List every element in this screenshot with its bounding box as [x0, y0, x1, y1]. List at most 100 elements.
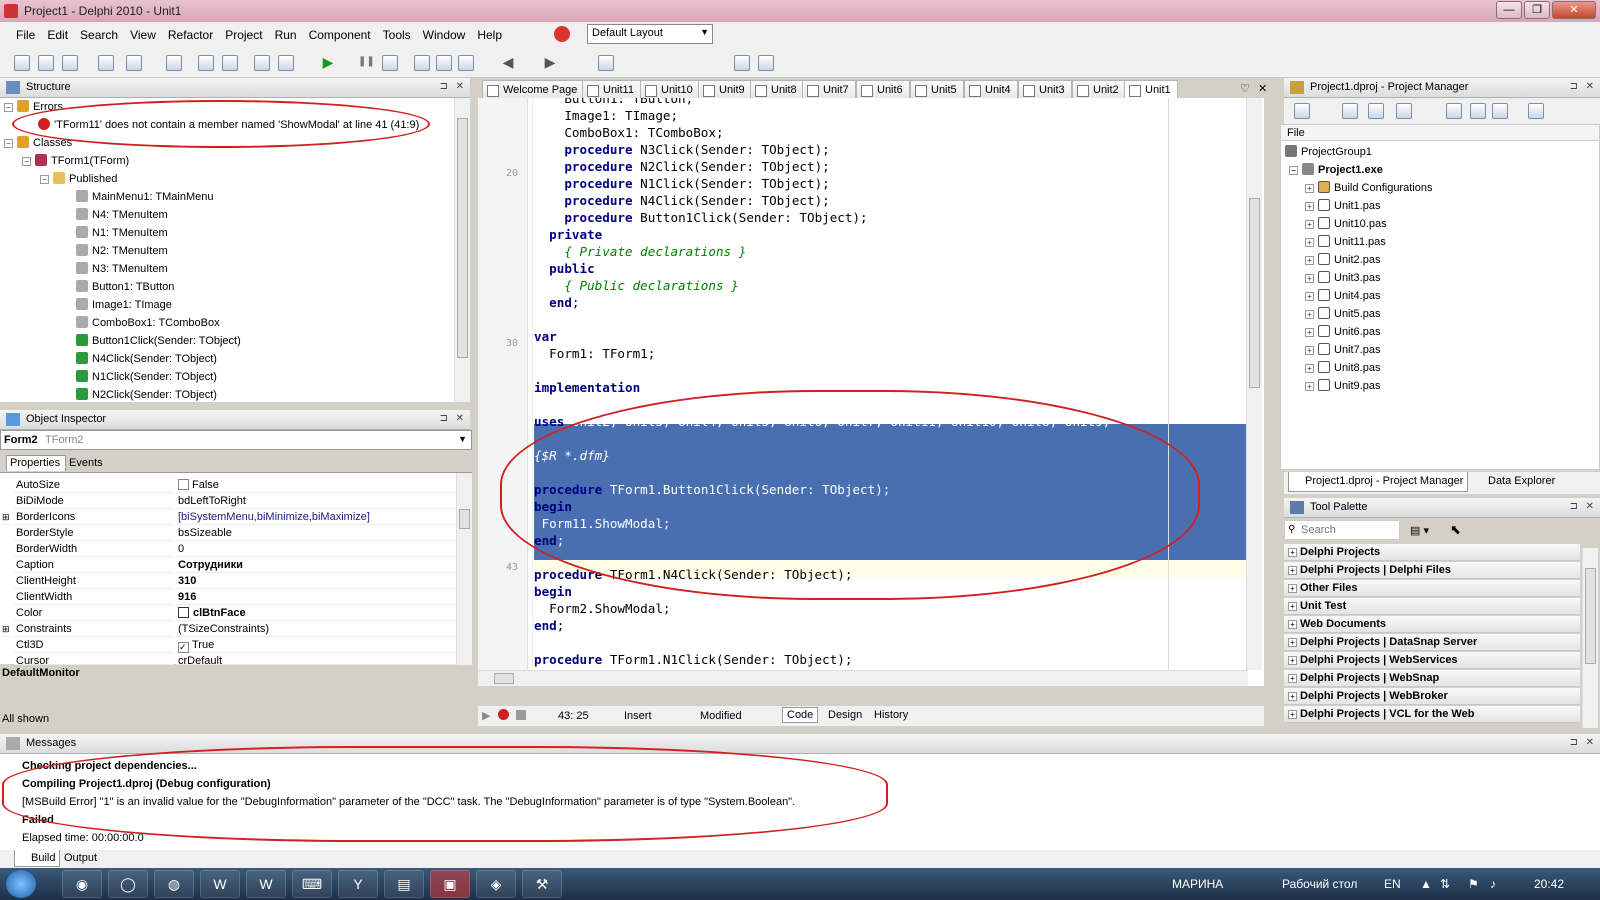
tab-properties[interactable]: Properties: [6, 455, 66, 471]
palette-category[interactable]: + Other Files: [1284, 580, 1580, 597]
close-panel-icon[interactable]: ✕: [456, 413, 464, 424]
code-line[interactable]: end;: [534, 532, 564, 549]
code-line[interactable]: {$R *.dfm}: [534, 447, 610, 464]
expand-tree-icon[interactable]: [1470, 103, 1486, 119]
tab-events[interactable]: Events: [66, 456, 108, 471]
tree-member[interactable]: N3: TMenuItem: [76, 260, 168, 278]
code-editor[interactable]: 20 30 43 50 Button1: TButton; Image1: TI…: [478, 98, 1264, 686]
run-to-cursor-icon[interactable]: [458, 55, 474, 71]
collapse-icon[interactable]: −: [4, 139, 13, 148]
expand-icon[interactable]: +: [1288, 548, 1297, 557]
menu-search[interactable]: Search: [74, 28, 124, 42]
record-macro-icon[interactable]: [498, 709, 509, 720]
code-line[interactable]: public: [534, 260, 595, 277]
prop-key[interactable]: BorderWidth: [14, 541, 174, 557]
pointer-icon[interactable]: ⬉: [1450, 522, 1461, 538]
palette-search-input[interactable]: [1301, 523, 1397, 537]
tab-unit6[interactable]: Unit6: [856, 80, 910, 100]
tree-member[interactable]: N4: TMenuItem: [76, 206, 168, 224]
code-line[interactable]: var: [534, 328, 557, 345]
expand-icon[interactable]: +: [1288, 566, 1297, 575]
tree-error-item[interactable]: 'TForm11' does not contain a member name…: [38, 116, 419, 134]
maximize-button[interactable]: ❐: [1524, 1, 1550, 19]
tab-unit5[interactable]: Unit5: [910, 80, 964, 100]
tab-welcome-page[interactable]: Welcome Page: [482, 80, 585, 100]
new-icon[interactable]: [14, 55, 30, 71]
prop-value[interactable]: Сотрудники: [176, 557, 464, 573]
start-button[interactable]: [6, 870, 36, 898]
pin-icon[interactable]: ⊐: [1570, 737, 1578, 748]
expand-icon[interactable]: +: [1305, 238, 1314, 247]
palette-category[interactable]: + Delphi Projects: [1284, 544, 1580, 561]
tab-unit11[interactable]: Unit11: [582, 80, 641, 100]
editor-vscrollbar[interactable]: [1246, 98, 1262, 670]
expand-icon[interactable]: +: [1305, 256, 1314, 265]
menu-help[interactable]: Help: [471, 28, 508, 42]
menu-window[interactable]: Window: [417, 28, 472, 42]
expand-icon[interactable]: +: [1288, 656, 1297, 665]
open-folder-icon[interactable]: [1368, 103, 1384, 119]
save-desktop-icon[interactable]: [734, 55, 750, 71]
open-folder-icon[interactable]: [1342, 103, 1358, 119]
minimize-button[interactable]: —: [1496, 1, 1522, 19]
prop-value[interactable]: 916: [176, 589, 464, 605]
tab-history[interactable]: History: [870, 708, 912, 722]
code-line[interactable]: Form11.ShowModal;: [534, 515, 671, 532]
expand-icon[interactable]: +: [1305, 292, 1314, 301]
palette-category[interactable]: + Delphi Projects | Delphi Files: [1284, 562, 1580, 579]
project-item[interactable]: + Unit6.pas: [1305, 323, 1380, 341]
code-line[interactable]: private: [534, 226, 602, 243]
object-selector[interactable]: Form2 TForm2 ▼: [0, 430, 472, 450]
prop-key[interactable]: AutoSize: [14, 477, 174, 493]
collapse-icon[interactable]: −: [40, 175, 49, 184]
tab-unit2[interactable]: Unit2: [1072, 80, 1126, 100]
component-icon[interactable]: [598, 55, 614, 71]
view-icon[interactable]: [1396, 103, 1412, 119]
project-item[interactable]: + Unit4.pas: [1305, 287, 1380, 305]
menu-component[interactable]: Component: [303, 28, 377, 42]
tab-design[interactable]: Design: [824, 708, 866, 722]
prop-value[interactable]: [biSystemMenu,biMinimize,biMaximize]: [176, 509, 464, 525]
tab-list-icon[interactable]: ♡: [1240, 82, 1250, 95]
collapse-icon[interactable]: −: [1289, 166, 1298, 175]
tray-up-arrow-icon[interactable]: ▲: [1420, 877, 1432, 891]
code-line[interactable]: begin: [534, 583, 572, 600]
tab-unit8[interactable]: Unit8: [750, 80, 804, 100]
app-task-icon[interactable]: ◈: [476, 870, 516, 898]
tree-member[interactable]: Image1: TImage: [76, 296, 172, 314]
set-debug-desktop-icon[interactable]: [758, 55, 774, 71]
tree-member[interactable]: Button1Click(Sender: TObject): [76, 332, 241, 350]
opera-icon[interactable]: ◯: [108, 870, 148, 898]
code-line[interactable]: procedure N4Click(Sender: TObject);: [534, 192, 829, 209]
tab-code[interactable]: Code: [782, 707, 819, 723]
stop-macro-icon[interactable]: [516, 710, 526, 720]
code-line[interactable]: Form1: TForm1;: [534, 345, 655, 362]
tab-unit9[interactable]: Unit9: [698, 80, 752, 100]
play-macro-icon[interactable]: ▶: [482, 709, 490, 722]
yandex-icon[interactable]: Y: [338, 870, 378, 898]
reopen-icon[interactable]: [126, 55, 142, 71]
prop-value[interactable]: False: [176, 477, 464, 493]
add-to-project-icon[interactable]: [254, 55, 270, 71]
prop-value[interactable]: bsSizeable: [176, 525, 464, 541]
prop-value[interactable]: clBtnFace: [176, 605, 464, 621]
project-item[interactable]: + Unit8.pas: [1305, 359, 1380, 377]
tab-data-explorer[interactable]: Data Explorer: [1472, 472, 1559, 492]
project-item[interactable]: + Unit2.pas: [1305, 251, 1380, 269]
save-icon[interactable]: [166, 55, 182, 71]
remove-from-project-icon[interactable]: [278, 55, 294, 71]
pin-icon[interactable]: ⊐: [440, 413, 448, 424]
palette-category[interactable]: + Delphi Projects | WebBroker: [1284, 688, 1580, 705]
code-line[interactable]: procedure N3Click(Sender: TObject);: [534, 141, 829, 158]
prop-key[interactable]: Constraints: [14, 621, 174, 637]
message-line[interactable]: Failed: [22, 814, 54, 826]
message-line[interactable]: Compiling Project1.dproj (Debug configur…: [22, 778, 271, 790]
expand-icon[interactable]: +: [1305, 382, 1314, 391]
menu-view[interactable]: View: [124, 28, 162, 42]
close-button[interactable]: ✕: [1552, 1, 1596, 19]
palette-category[interactable]: + Delphi Projects | WebServices: [1284, 652, 1580, 669]
project-item[interactable]: + Build Configurations: [1305, 179, 1432, 197]
code-line[interactable]: end;: [534, 294, 579, 311]
expand-icon[interactable]: +: [1305, 202, 1314, 211]
prop-key[interactable]: ClientWidth: [14, 589, 174, 605]
